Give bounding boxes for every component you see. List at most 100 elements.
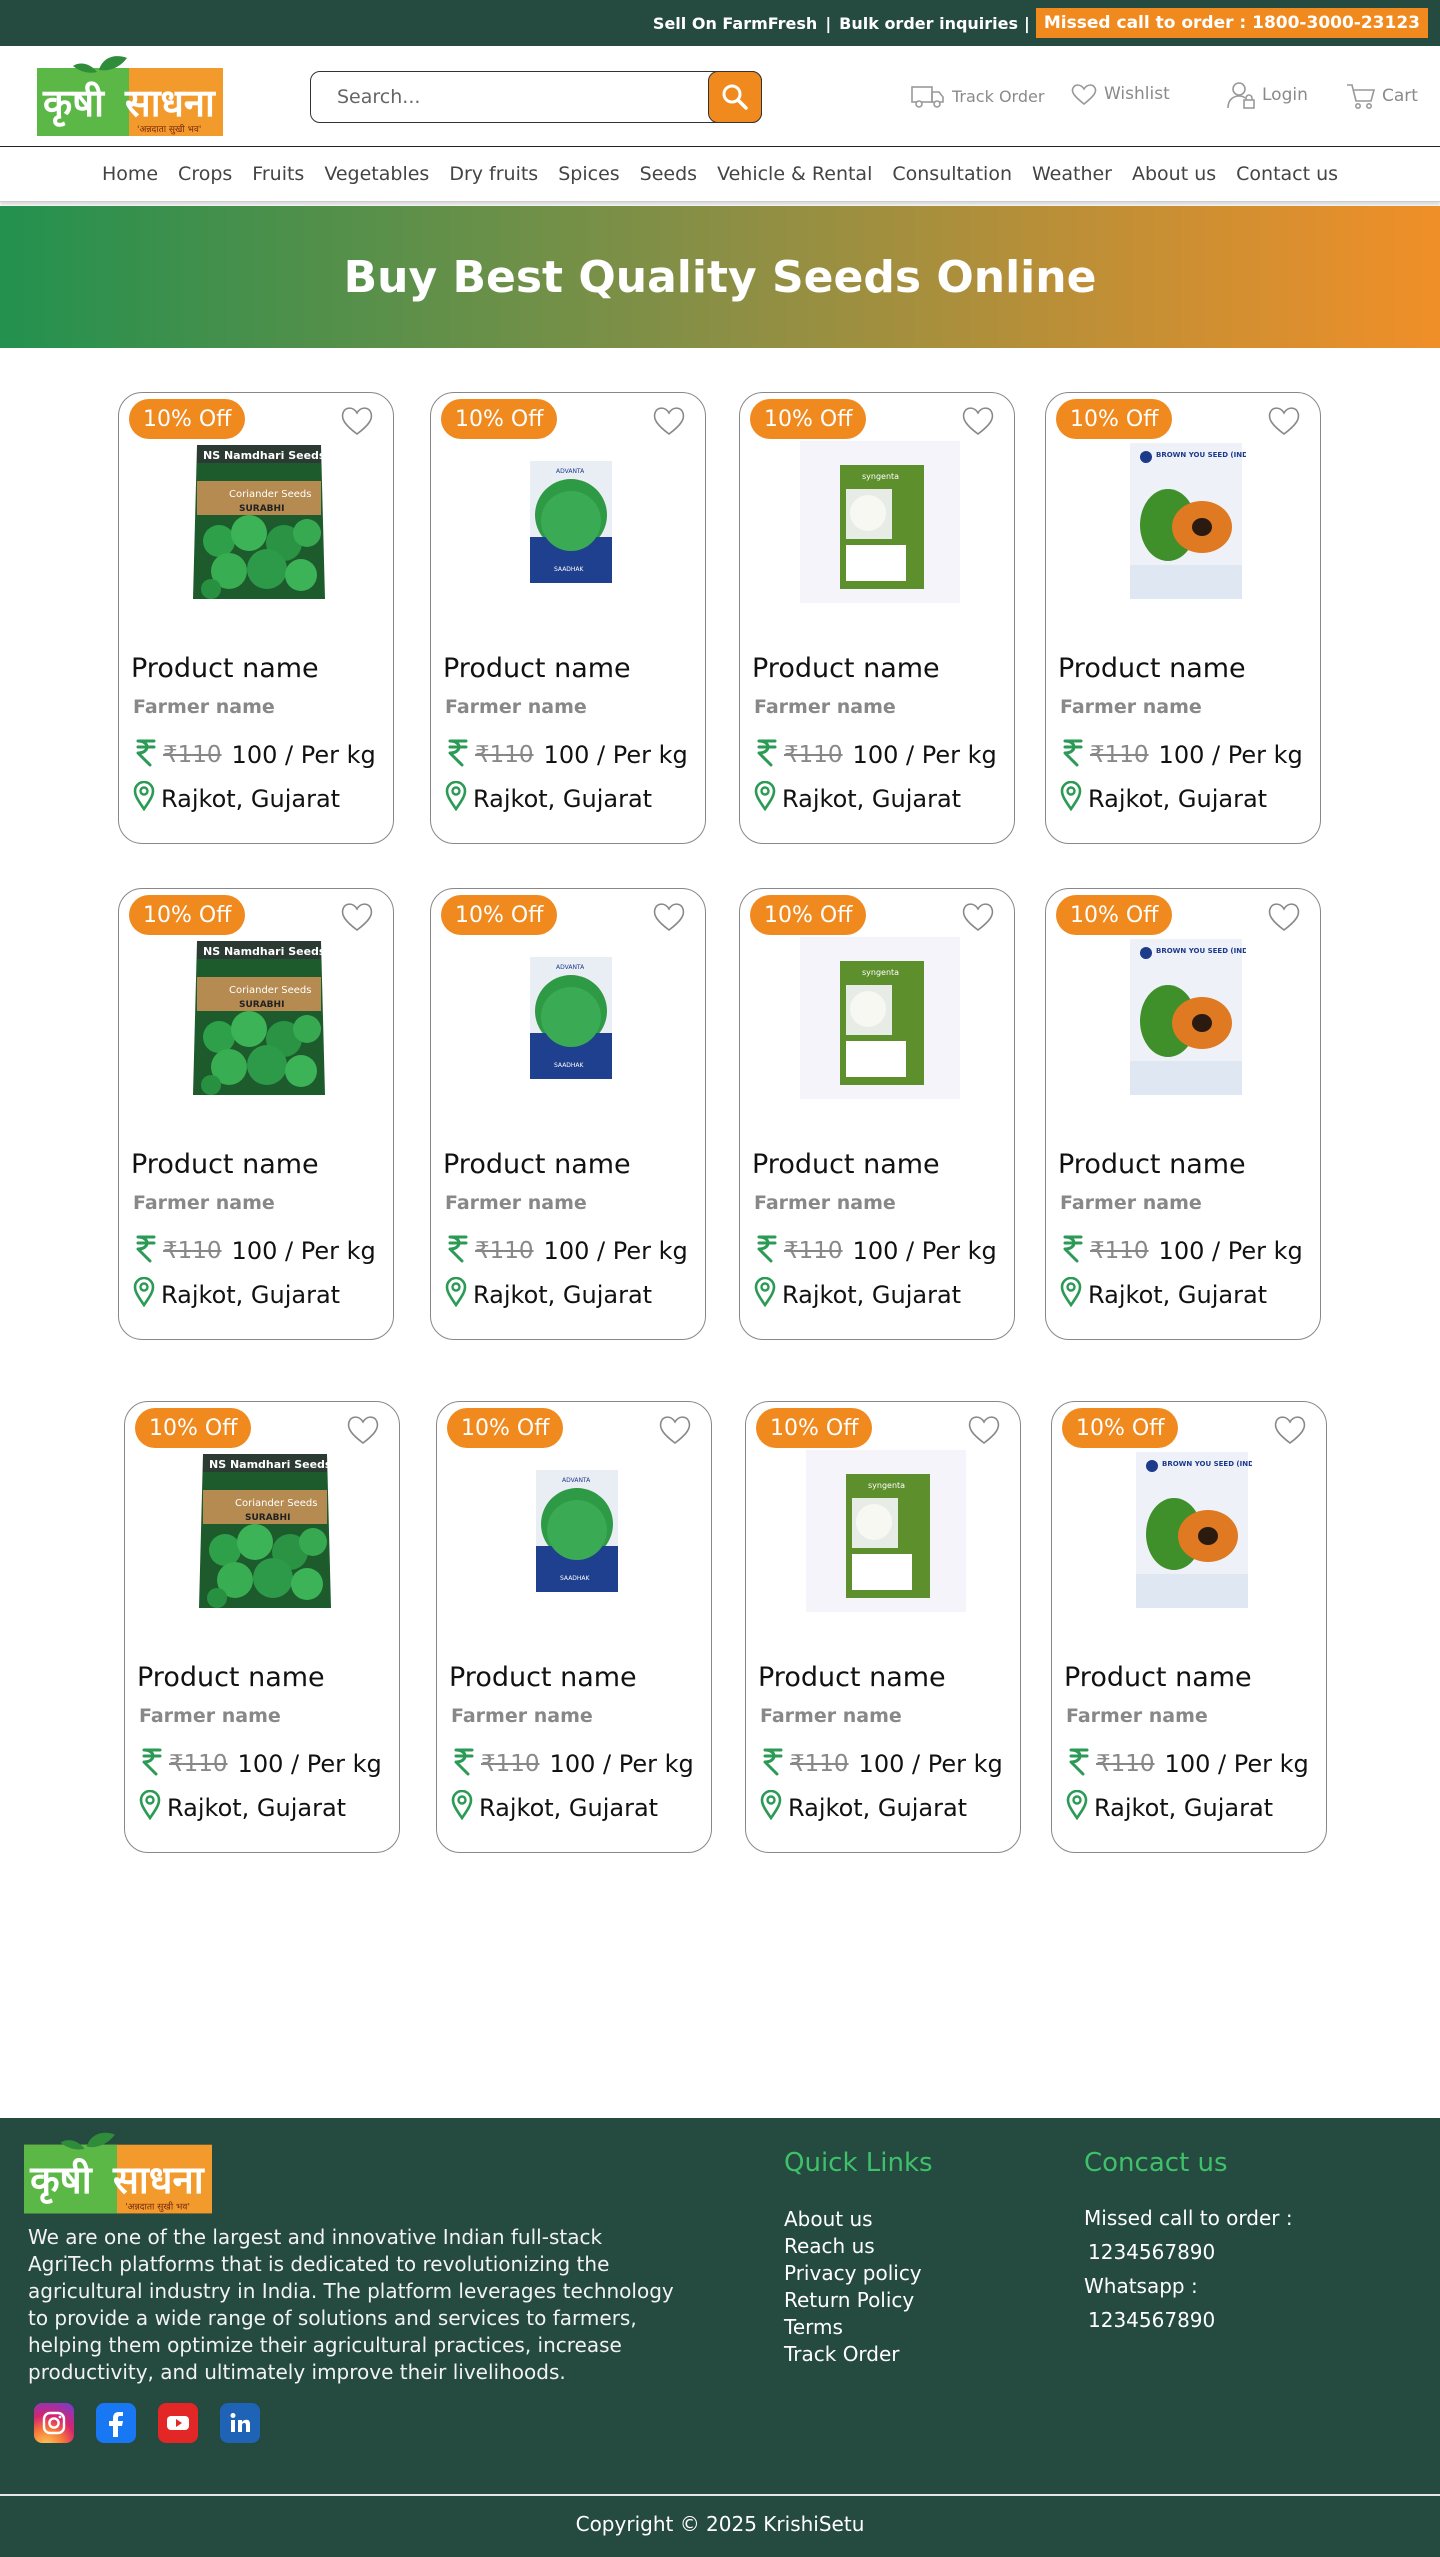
footer-link-track-order[interactable]: Track Order xyxy=(784,2341,922,2368)
login-button[interactable]: Login xyxy=(1226,80,1308,110)
missed-call-banner[interactable]: Missed call to order : 1800-3000-23123 xyxy=(1035,8,1428,38)
product-card[interactable]: 10% Off syngenta Product name Farmer name ₹1… xyxy=(739,392,1015,844)
product-card[interactable]: 10% Off NS Namdhari Seeds Coriander Seeds S… xyxy=(118,888,394,1340)
product-image[interactable]: BROWN YOU SEED (INDIA) PVT. LTD. xyxy=(1106,441,1266,603)
location-pin-icon xyxy=(754,1276,782,1313)
rupee-icon xyxy=(453,1746,475,1782)
nav-item-vegetables[interactable]: Vegetables xyxy=(324,163,429,185)
product-name[interactable]: Product name xyxy=(1064,1662,1252,1693)
nav-item-seeds[interactable]: Seeds xyxy=(640,163,697,185)
product-image[interactable]: NS Namdhari Seeds Coriander Seeds SURABHI xyxy=(179,441,339,603)
product-image[interactable]: ADVANTA SAADHAK xyxy=(497,1450,657,1612)
product-name[interactable]: Product name xyxy=(752,653,940,684)
svg-text:ADVANTA: ADVANTA xyxy=(556,468,585,475)
wishlist-heart-icon[interactable] xyxy=(339,901,375,937)
product-location: Rajkot, Gujarat xyxy=(445,780,652,817)
track-order-button[interactable]: Track Order xyxy=(910,82,1044,110)
missed-call-number[interactable]: 1234567890 xyxy=(1088,2240,1293,2264)
rupee-icon xyxy=(141,1746,163,1782)
product-card[interactable]: 10% Off BROWN YOU SEED (INDIA) PVT. LTD. P… xyxy=(1045,392,1321,844)
product-name[interactable]: Product name xyxy=(137,1662,325,1693)
wishlist-heart-icon[interactable] xyxy=(1266,901,1302,937)
nav-item-consultation[interactable]: Consultation xyxy=(892,163,1012,185)
wishlist-heart-icon[interactable] xyxy=(651,901,687,937)
product-name[interactable]: Product name xyxy=(758,1662,946,1693)
product-card[interactable]: 10% Off syngenta Product name Farmer name ₹1… xyxy=(739,888,1015,1340)
footer-link-about-us[interactable]: About us xyxy=(784,2206,922,2233)
footer-link-terms[interactable]: Terms xyxy=(784,2314,922,2341)
product-card[interactable]: 10% Off syngenta Product name Farmer name ₹1… xyxy=(745,1401,1021,1853)
nav-item-about-us[interactable]: About us xyxy=(1132,163,1216,185)
brand-logo[interactable]: कृषी साधना 'अन्नदाता सुखी भव' xyxy=(37,54,223,138)
nav-item-crops[interactable]: Crops xyxy=(178,163,232,185)
product-card[interactable]: 10% Off ADVANTA SAADHAK Product name Farmer … xyxy=(436,1401,712,1853)
product-card[interactable]: 10% Off ADVANTA SAADHAK Product name Farmer … xyxy=(430,888,706,1340)
product-name[interactable]: Product name xyxy=(752,1149,940,1180)
wishlist-heart-icon[interactable] xyxy=(960,405,996,441)
location-text: Rajkot, Gujarat xyxy=(167,1794,347,1822)
product-card[interactable]: 10% Off ADVANTA SAADHAK Product name Farmer … xyxy=(430,392,706,844)
product-card[interactable]: 10% Off BROWN YOU SEED (INDIA) PVT. LTD. P… xyxy=(1045,888,1321,1340)
nav-item-contact-us[interactable]: Contact us xyxy=(1236,163,1338,185)
facebook-icon[interactable] xyxy=(96,2403,136,2443)
sell-link[interactable]: Sell On FarmFresh xyxy=(653,14,817,33)
product-name[interactable]: Product name xyxy=(449,1662,637,1693)
product-image[interactable]: syngenta xyxy=(800,441,960,603)
wishlist-heart-icon[interactable] xyxy=(1272,1414,1308,1450)
footer-link-reach-us[interactable]: Reach us xyxy=(784,2233,922,2260)
nav-item-vehicle-rental[interactable]: Vehicle & Rental xyxy=(717,163,872,185)
product-name[interactable]: Product name xyxy=(131,653,319,684)
product-card[interactable]: 10% Off NS Namdhari Seeds Coriander Seeds S… xyxy=(118,392,394,844)
discount-badge: 10% Off xyxy=(1056,399,1173,439)
bulk-order-link[interactable]: Bulk order inquiries xyxy=(839,14,1018,33)
product-image[interactable]: NS Namdhari Seeds Coriander Seeds SURABHI xyxy=(185,1450,345,1612)
wishlist-heart-icon[interactable] xyxy=(960,901,996,937)
rupee-icon xyxy=(135,737,157,773)
product-card[interactable]: 10% Off NS Namdhari Seeds Coriander Seeds S… xyxy=(124,1401,400,1853)
product-image[interactable]: NS Namdhari Seeds Coriander Seeds SURABHI xyxy=(179,937,339,1099)
product-location: Rajkot, Gujarat xyxy=(445,1276,652,1313)
product-image[interactable]: syngenta xyxy=(800,937,960,1099)
discount-badge: 10% Off xyxy=(441,895,558,935)
wishlist-heart-icon[interactable] xyxy=(345,1414,381,1450)
footer: कृषी साधना 'अन्नदाता सुखी भव' We are one… xyxy=(0,2118,1440,2557)
linkedin-icon[interactable] xyxy=(220,2403,260,2443)
current-price: 100 / Per kg xyxy=(549,1750,694,1778)
nav-item-weather[interactable]: Weather xyxy=(1032,163,1112,185)
cart-button[interactable]: Cart xyxy=(1346,82,1418,110)
wishlist-heart-icon[interactable] xyxy=(1266,405,1302,441)
search-button[interactable] xyxy=(708,71,762,123)
product-name[interactable]: Product name xyxy=(443,1149,631,1180)
footer-link-privacy-policy[interactable]: Privacy policy xyxy=(784,2260,922,2287)
product-name[interactable]: Product name xyxy=(1058,1149,1246,1180)
product-name[interactable]: Product name xyxy=(443,653,631,684)
nav-item-fruits[interactable]: Fruits xyxy=(252,163,304,185)
footer-link-return-policy[interactable]: Return Policy xyxy=(784,2287,922,2314)
youtube-icon[interactable] xyxy=(158,2403,198,2443)
product-image[interactable]: ADVANTA SAADHAK xyxy=(491,937,651,1099)
product-name[interactable]: Product name xyxy=(1058,653,1246,684)
search-input[interactable] xyxy=(337,84,697,110)
instagram-icon[interactable] xyxy=(34,2403,74,2443)
wishlist-button[interactable]: Wishlist xyxy=(1070,82,1170,106)
old-price: ₹110 xyxy=(1090,742,1149,768)
product-image[interactable]: BROWN YOU SEED (INDIA) PVT. LTD. xyxy=(1106,937,1266,1099)
wishlist-heart-icon[interactable] xyxy=(339,405,375,441)
footer-logo[interactable]: कृषी साधना 'अन्नदाता सुखी भव' xyxy=(24,2130,212,2216)
product-location: Rajkot, Gujarat xyxy=(133,780,340,817)
product-price: ₹110 100 / Per kg xyxy=(756,1233,997,1269)
product-image[interactable]: ADVANTA SAADHAK xyxy=(491,441,651,603)
product-card[interactable]: 10% Off BROWN YOU SEED (INDIA) PVT. LTD. P… xyxy=(1051,1401,1327,1853)
nav-item-home[interactable]: Home xyxy=(102,163,158,185)
whatsapp-number[interactable]: 1234567890 xyxy=(1088,2308,1293,2332)
wishlist-heart-icon[interactable] xyxy=(657,1414,693,1450)
product-image[interactable]: syngenta xyxy=(806,1450,966,1612)
nav-item-spices[interactable]: Spices xyxy=(558,163,619,185)
product-image[interactable]: BROWN YOU SEED (INDIA) PVT. LTD. xyxy=(1112,1450,1272,1612)
wishlist-heart-icon[interactable] xyxy=(966,1414,1002,1450)
nav-item-dry-fruits[interactable]: Dry fruits xyxy=(449,163,538,185)
svg-text:ADVANTA: ADVANTA xyxy=(562,1477,591,1484)
contact-info: Missed call to order : 1234567890 Whatsa… xyxy=(1084,2206,1293,2342)
wishlist-heart-icon[interactable] xyxy=(651,405,687,441)
product-name[interactable]: Product name xyxy=(131,1149,319,1180)
